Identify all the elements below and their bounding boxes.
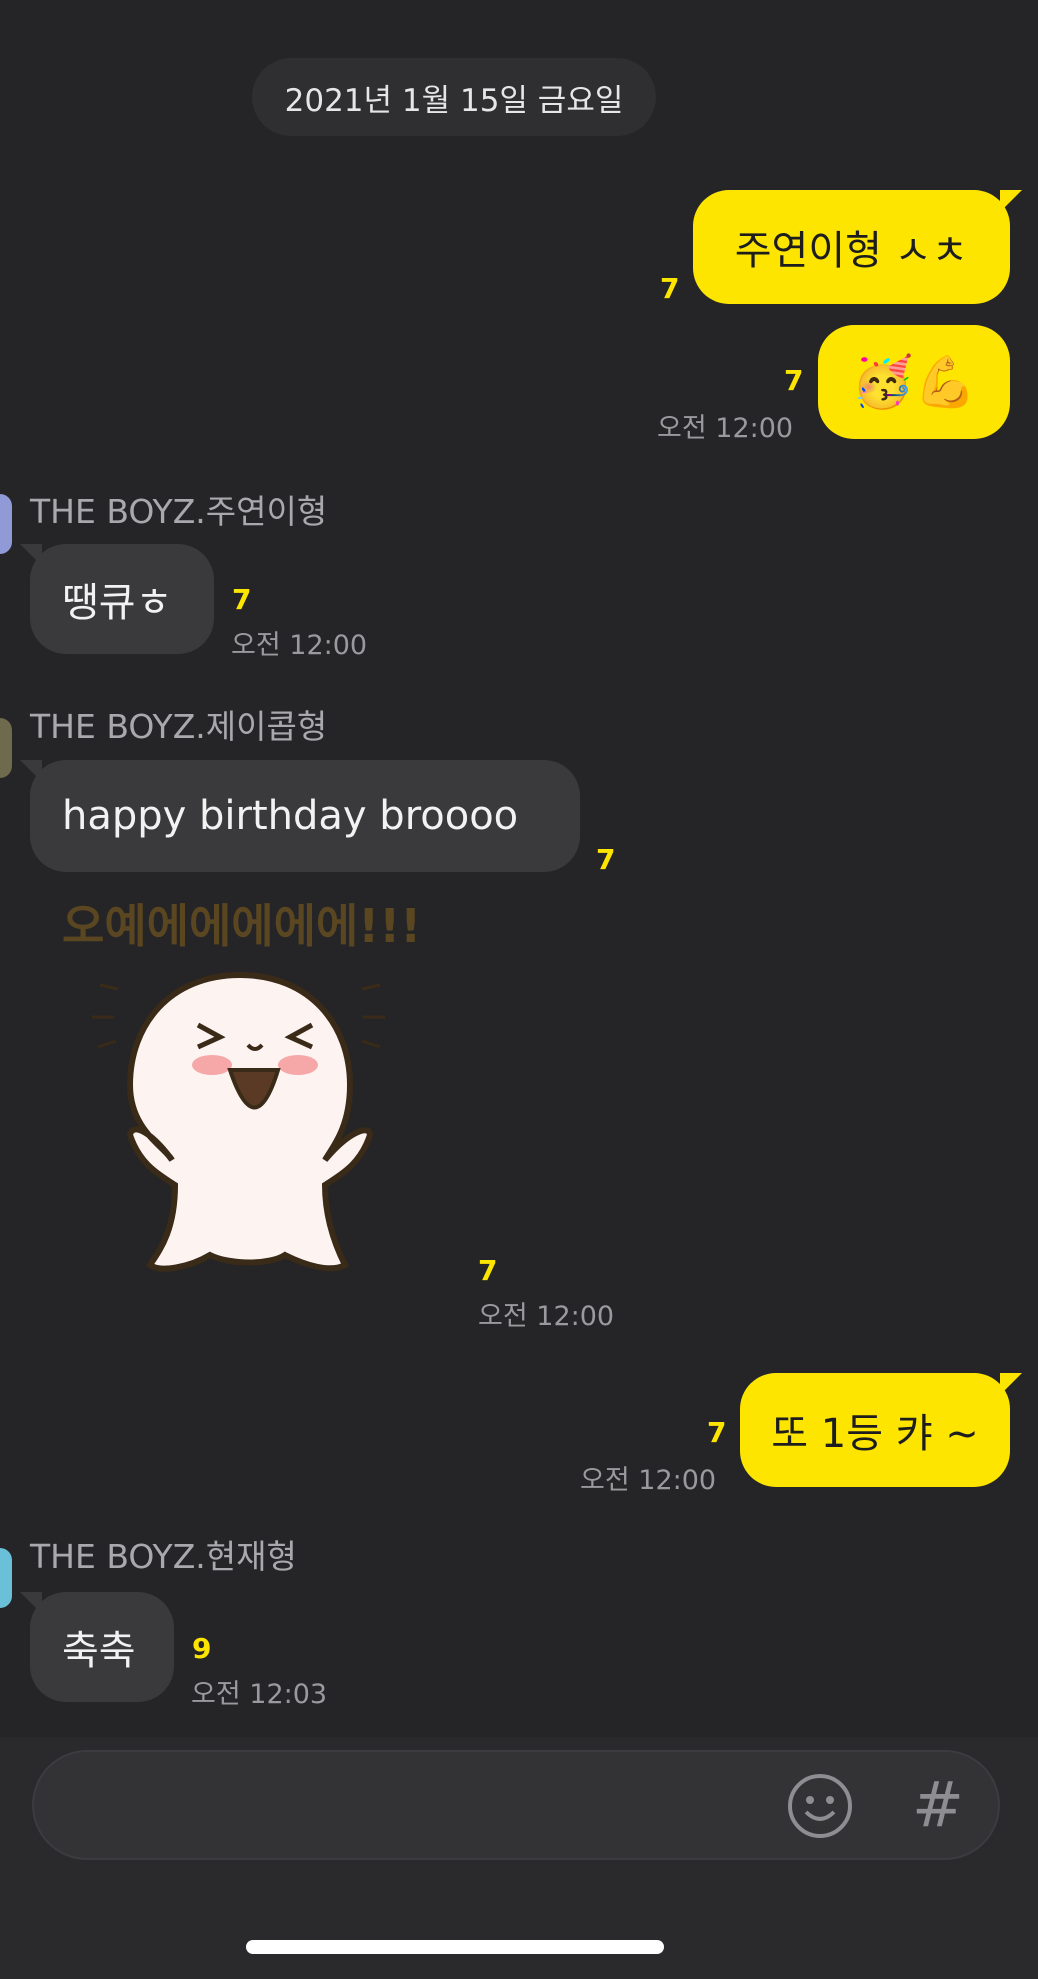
date-divider: 2021년 1월 15일 금요일 bbox=[252, 58, 656, 136]
avatar[interactable] bbox=[0, 1548, 12, 1608]
sender-name: THE BOYZ.현재형 bbox=[30, 1537, 297, 1576]
bubble-tail bbox=[20, 1592, 42, 1614]
message-input[interactable] bbox=[32, 1750, 1000, 1860]
hashtag-button[interactable]: # bbox=[912, 1768, 964, 1841]
message-time: 오전 12:00 bbox=[231, 630, 368, 661]
unread-count: 9 bbox=[192, 1632, 212, 1665]
message-time: 오전 12:03 bbox=[191, 1679, 328, 1710]
smiley-icon[interactable] bbox=[786, 1772, 854, 1840]
outgoing-message-bubble[interactable]: 또 1등 캬 ~ bbox=[740, 1373, 1022, 1487]
sender-name: THE BOYZ.제이콥형 bbox=[30, 707, 328, 746]
message-text: happy birthday broooo bbox=[62, 793, 519, 839]
outgoing-emoji-bubble[interactable]: 🥳💪 bbox=[818, 325, 1010, 439]
message-time: 오전 12:00 bbox=[657, 413, 794, 444]
message-time: 오전 12:00 bbox=[478, 1301, 615, 1332]
message-text: 주연이형 ㅅㅊ bbox=[734, 228, 969, 274]
happy-blob-sticker[interactable] bbox=[80, 955, 400, 1290]
party-face-flexed-biceps-emoji: 🥳💪 bbox=[851, 352, 977, 411]
unread-count: 7 bbox=[596, 843, 616, 876]
message-text: 또 1등 캬 ~ bbox=[771, 1411, 979, 1457]
outgoing-message-bubble[interactable]: 주연이형 ㅅㅊ bbox=[693, 190, 1022, 304]
incoming-message-bubble[interactable]: 축축 bbox=[20, 1592, 174, 1702]
bubble-tail bbox=[1000, 1373, 1022, 1395]
unread-count: 7 bbox=[784, 364, 804, 397]
unread-count: 7 bbox=[232, 583, 252, 616]
message-text: 땡큐ㅎ bbox=[62, 580, 173, 626]
unread-count: 7 bbox=[707, 1416, 727, 1449]
home-indicator bbox=[246, 1940, 664, 1954]
bubble-tail bbox=[1000, 190, 1022, 212]
incoming-message-bubble[interactable]: happy birthday broooo bbox=[20, 760, 580, 872]
incoming-message-bubble[interactable]: 땡큐ㅎ bbox=[20, 544, 214, 654]
sticker-caption: 오예에에에에에!!! bbox=[62, 899, 422, 953]
bubble-tail bbox=[20, 544, 42, 566]
sender-name: THE BOYZ.주연이형 bbox=[30, 492, 328, 531]
unread-count: 7 bbox=[478, 1254, 498, 1287]
message-time: 오전 12:00 bbox=[580, 1465, 717, 1496]
bubble-tail bbox=[20, 760, 42, 782]
message-text: 축축 bbox=[62, 1628, 136, 1674]
unread-count: 7 bbox=[660, 272, 680, 305]
avatar[interactable] bbox=[0, 718, 12, 778]
avatar[interactable] bbox=[0, 494, 12, 554]
